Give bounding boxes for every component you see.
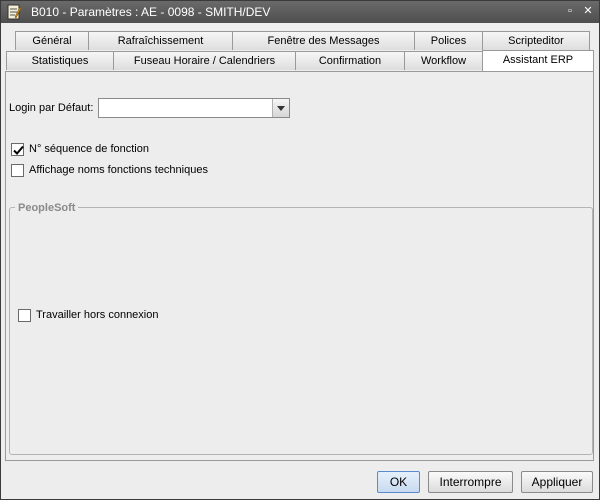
close-icon[interactable]: ✕ bbox=[581, 4, 595, 18]
apply-button[interactable]: Appliquer bbox=[521, 471, 593, 493]
tab-scripteditor[interactable]: Scripteditor bbox=[482, 31, 590, 50]
maximize-icon[interactable]: ▫ bbox=[563, 4, 577, 18]
tab-timezone-calendars[interactable]: Fuseau Horaire / Calendriers bbox=[113, 51, 296, 70]
work-offline-checkbox[interactable] bbox=[18, 309, 31, 322]
assistant-erp-panel bbox=[5, 71, 594, 461]
title-bar: B010 - Paramètres : AE - 0098 - SMITH/DE… bbox=[1, 1, 599, 23]
checkmark-icon bbox=[13, 145, 24, 155]
sequence-number-checkbox[interactable] bbox=[11, 143, 24, 156]
parameters-window: B010 - Paramètres : AE - 0098 - SMITH/DE… bbox=[0, 0, 600, 500]
tab-assistant-erp[interactable]: Assistant ERP bbox=[482, 50, 594, 71]
dialog-content: Général Rafraîchissement Fenêtre des Mes… bbox=[1, 23, 599, 499]
ok-button[interactable]: OK bbox=[377, 471, 420, 493]
tab-confirmation[interactable]: Confirmation bbox=[295, 51, 405, 70]
default-login-combobox[interactable] bbox=[98, 98, 290, 118]
chevron-down-icon[interactable] bbox=[272, 99, 289, 117]
tab-fonts[interactable]: Polices bbox=[414, 31, 483, 50]
app-document-icon bbox=[7, 4, 21, 20]
interrupt-button[interactable]: Interrompre bbox=[428, 471, 513, 493]
window-title: B010 - Paramètres : AE - 0098 - SMITH/DE… bbox=[31, 5, 271, 19]
tab-message-window[interactable]: Fenêtre des Messages bbox=[232, 31, 415, 50]
tab-general[interactable]: Général bbox=[15, 31, 89, 50]
tab-statistics[interactable]: Statistiques bbox=[6, 51, 114, 70]
technical-names-checkbox[interactable] bbox=[11, 164, 24, 177]
tab-workflow[interactable]: Workflow bbox=[404, 51, 483, 70]
tab-refresh[interactable]: Rafraîchissement bbox=[88, 31, 233, 50]
